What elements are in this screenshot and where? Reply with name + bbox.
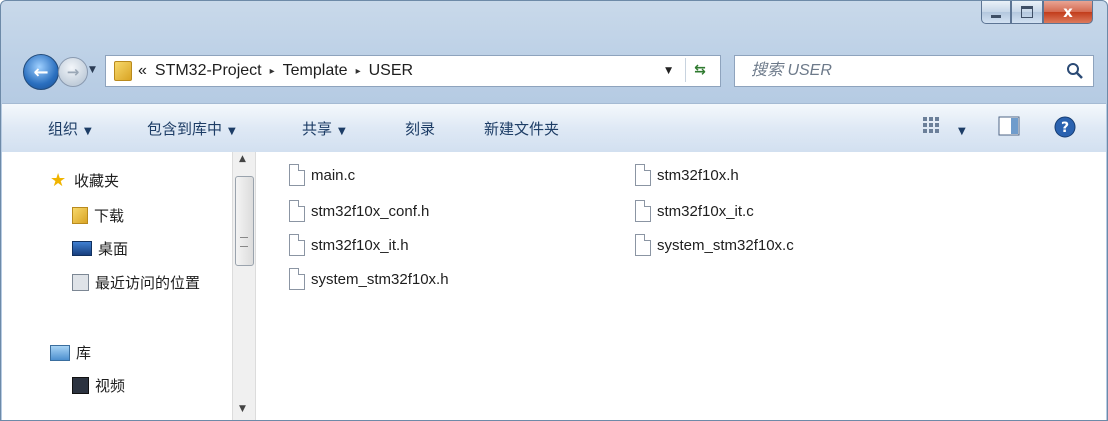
magnifier-icon[interactable] bbox=[1063, 59, 1087, 83]
breadcrumb-user[interactable]: USER bbox=[369, 62, 413, 80]
recent-places-icon bbox=[72, 274, 89, 291]
document-icon bbox=[289, 200, 305, 222]
nav-videos-label: 视频 bbox=[95, 377, 126, 395]
nav-libraries[interactable]: 库 bbox=[50, 342, 91, 363]
preview-pane-icon bbox=[998, 116, 1020, 136]
file-item[interactable]: system_stm32f10x.h bbox=[289, 268, 449, 290]
content-area: ★ 收藏夹 下载 桌面 最近访问的位置 库 视频 ▲ ▼ main.c stm3… bbox=[2, 152, 1106, 420]
minimize-icon bbox=[991, 14, 1001, 18]
file-name: system_stm32f10x.c bbox=[657, 236, 794, 254]
nav-downloads[interactable]: 下载 bbox=[72, 205, 124, 226]
file-item[interactable]: main.c bbox=[289, 164, 355, 186]
document-icon bbox=[289, 234, 305, 256]
address-history-dropdown[interactable]: ▼ bbox=[665, 66, 672, 76]
navigation-bar: ← → ▼ « STM32-Project ▸ Template ▸ USER … bbox=[1, 51, 1107, 93]
views-grid-icon bbox=[923, 117, 939, 133]
nav-libraries-label: 库 bbox=[76, 344, 92, 362]
forward-arrow-icon: → bbox=[66, 63, 80, 81]
file-item[interactable]: system_stm32f10x.c bbox=[635, 234, 794, 256]
maximize-icon bbox=[1021, 6, 1033, 18]
organize-label: 组织 bbox=[48, 120, 79, 138]
file-item[interactable]: stm32f10x_it.c bbox=[635, 200, 754, 222]
nav-videos[interactable]: 视频 bbox=[72, 375, 125, 396]
document-icon bbox=[635, 234, 651, 256]
breadcrumb-separator[interactable]: ▸ bbox=[270, 66, 275, 77]
nav-favorites[interactable]: ★ 收藏夹 bbox=[50, 170, 119, 191]
chevron-down-icon: ▼ bbox=[84, 126, 92, 137]
file-name: stm32f10x_it.h bbox=[311, 236, 409, 254]
file-name: stm32f10x_it.c bbox=[657, 202, 754, 220]
new-folder-button[interactable]: 新建文件夹 bbox=[484, 118, 559, 139]
refresh-button[interactable]: ⇆ bbox=[685, 58, 714, 82]
file-name: system_stm32f10x.h bbox=[311, 270, 449, 288]
search-input[interactable] bbox=[749, 61, 1063, 81]
breadcrumb-stm32-project[interactable]: STM32-Project bbox=[155, 62, 262, 80]
file-item[interactable]: stm32f10x.h bbox=[635, 164, 739, 186]
include-in-library-menu[interactable]: 包含到库中 ▼ bbox=[147, 118, 236, 139]
nav-desktop-label: 桌面 bbox=[98, 240, 129, 258]
close-icon: x bbox=[1063, 3, 1073, 21]
document-icon bbox=[635, 164, 651, 186]
scrollbar-thumb[interactable] bbox=[235, 176, 254, 266]
views-dropdown[interactable]: ▼ bbox=[952, 120, 966, 138]
document-icon bbox=[635, 200, 651, 222]
nav-desktop[interactable]: 桌面 bbox=[72, 238, 128, 259]
views-button[interactable] bbox=[922, 116, 942, 140]
file-name: stm32f10x.h bbox=[657, 166, 739, 184]
help-button[interactable]: ? bbox=[1054, 116, 1076, 142]
file-item[interactable]: stm32f10x_it.h bbox=[289, 234, 409, 256]
download-folder-icon bbox=[72, 207, 88, 224]
nav-recent-places[interactable]: 最近访问的位置 bbox=[72, 272, 200, 293]
help-icon: ? bbox=[1054, 116, 1076, 138]
search-box[interactable] bbox=[734, 55, 1094, 87]
nav-pane-scrollbar[interactable]: ▲ ▼ bbox=[232, 152, 256, 420]
document-icon bbox=[289, 164, 305, 186]
breadcrumb-template[interactable]: Template bbox=[283, 62, 348, 80]
scroll-up-arrow-icon[interactable]: ▲ bbox=[239, 154, 246, 164]
nav-downloads-label: 下载 bbox=[94, 207, 125, 225]
chevron-down-icon: ▼ bbox=[958, 126, 966, 137]
preview-pane-button[interactable] bbox=[998, 116, 1020, 140]
share-label: 共享 bbox=[302, 120, 333, 138]
burn-button[interactable]: 刻录 bbox=[405, 118, 435, 139]
star-icon: ★ bbox=[50, 169, 67, 191]
file-name: stm32f10x_conf.h bbox=[311, 202, 430, 220]
libraries-icon bbox=[50, 344, 70, 361]
organize-menu[interactable]: 组织 ▼ bbox=[48, 118, 92, 139]
explorer-window: x ← → ▼ « STM32-Project ▸ Template ▸ USE… bbox=[0, 0, 1108, 421]
scroll-down-arrow-icon[interactable]: ▼ bbox=[239, 404, 246, 414]
nav-favorites-label: 收藏夹 bbox=[74, 172, 120, 190]
chevron-down-icon: ▼ bbox=[228, 126, 236, 137]
include-in-library-label: 包含到库中 bbox=[147, 120, 223, 138]
share-menu[interactable]: 共享 ▼ bbox=[302, 118, 346, 139]
forward-button[interactable]: → bbox=[58, 57, 88, 87]
folder-icon bbox=[114, 61, 132, 81]
file-item[interactable]: stm32f10x_conf.h bbox=[289, 200, 429, 222]
nav-recent-label: 最近访问的位置 bbox=[95, 274, 201, 292]
caption-buttons: x bbox=[981, 1, 1093, 29]
document-icon bbox=[289, 268, 305, 290]
back-arrow-icon: ← bbox=[33, 61, 49, 83]
recent-pages-dropdown[interactable]: ▼ bbox=[89, 65, 96, 75]
command-bar: 组织 ▼ 包含到库中 ▼ 共享 ▼ 刻录 新建文件夹 ▼ ? bbox=[2, 103, 1106, 153]
grip-icon bbox=[240, 237, 248, 247]
navigation-pane: ★ 收藏夹 下载 桌面 最近访问的位置 库 视频 bbox=[2, 152, 232, 420]
breadcrumb-separator[interactable]: ▸ bbox=[356, 66, 361, 77]
chevron-down-icon: ▼ bbox=[338, 126, 346, 137]
desktop-icon bbox=[72, 241, 92, 256]
back-button[interactable]: ← bbox=[23, 54, 59, 90]
breadcrumb-overflow[interactable]: « bbox=[138, 62, 147, 80]
close-button[interactable]: x bbox=[1043, 1, 1093, 24]
address-bar[interactable]: « STM32-Project ▸ Template ▸ USER ▼ ⇆ bbox=[105, 55, 721, 87]
svg-text:?: ? bbox=[1061, 120, 1069, 136]
file-name: main.c bbox=[311, 166, 356, 184]
refresh-icon: ⇆ bbox=[694, 62, 706, 78]
film-icon bbox=[72, 377, 89, 394]
minimize-button[interactable] bbox=[981, 1, 1011, 24]
maximize-button[interactable] bbox=[1011, 1, 1043, 24]
